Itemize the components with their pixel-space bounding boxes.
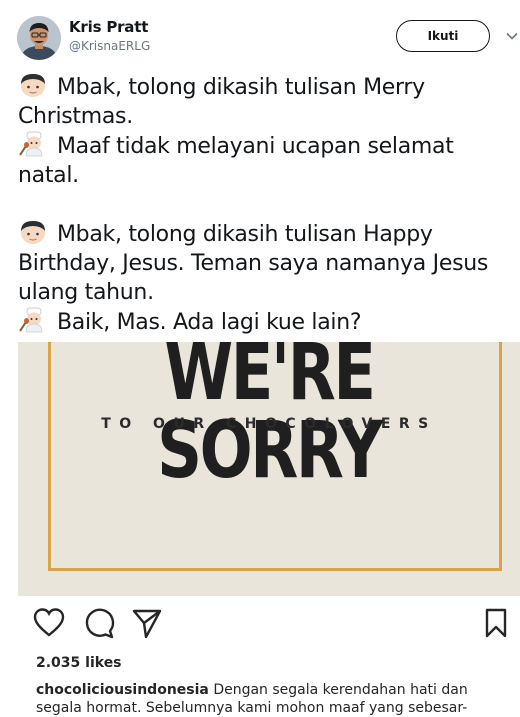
tweet-line-text: ulang tahun. bbox=[18, 280, 154, 305]
tweet-line-text: Mbak, tolong dikasih tulisan Merry bbox=[57, 75, 425, 100]
tweet-line-text: Mbak, tolong dikasih tulisan Happy bbox=[57, 222, 433, 247]
author-name[interactable]: Kris Pratt bbox=[69, 18, 148, 36]
tweet-line-text: Birthday, Jesus. Teman saya namanya Jesu… bbox=[18, 251, 489, 276]
caption-username[interactable]: chocoliciousindonesia bbox=[36, 682, 209, 698]
tweet-header: Kris Pratt @KrisnaERLG Ikuti bbox=[0, 0, 520, 70]
tweet-line: Baik, Mas. Ada lagi kue lain? bbox=[18, 307, 514, 337]
tweet-media-image[interactable]: WE'RE SORRY TO OUR CHOCOLOVERS bbox=[18, 342, 520, 596]
tweet-line-text: natal. bbox=[18, 163, 79, 188]
avatar[interactable] bbox=[17, 16, 61, 60]
tweet-line: Mbak, tolong dikasih tulisan Merry bbox=[18, 72, 514, 102]
caption-text: Dengan segala kerendahan hati dan bbox=[208, 682, 468, 698]
instagram-action-bar bbox=[0, 607, 520, 647]
cook-woman-icon bbox=[19, 131, 43, 157]
tweet-line-text: Christmas. bbox=[18, 104, 133, 129]
tweet-line-text: Maaf tidak melayani ucapan selamat bbox=[57, 134, 454, 159]
cook-woman-icon bbox=[19, 307, 43, 333]
post-caption: chocoliciousindonesia Dengan segala kere… bbox=[36, 681, 516, 717]
follow-button[interactable]: Ikuti bbox=[396, 20, 490, 52]
caption-text-continued: segala hormat. Sebelumnya kami mohon maa… bbox=[36, 700, 468, 716]
tweet-line: Maaf tidak melayani ucapan selamat bbox=[18, 131, 514, 161]
man-face-icon bbox=[21, 74, 45, 97]
bookmark-icon[interactable] bbox=[480, 607, 512, 639]
share-icon[interactable] bbox=[131, 607, 163, 639]
tweet-line: ulang tahun. bbox=[18, 278, 514, 307]
likes-count[interactable]: 2.035 likes bbox=[36, 655, 122, 671]
chevron-down-icon[interactable] bbox=[506, 32, 518, 40]
avatar-photo-icon bbox=[17, 16, 61, 60]
man-face-icon bbox=[21, 221, 45, 244]
heart-icon[interactable] bbox=[33, 607, 65, 639]
tweet-line: Christmas. bbox=[18, 102, 514, 131]
tweet-line: natal. bbox=[18, 161, 514, 190]
tweet-text: Mbak, tolong dikasih tulisan Merry Chris… bbox=[18, 72, 514, 337]
tweet-line: Birthday, Jesus. Teman saya namanya Jesu… bbox=[18, 249, 514, 278]
tweet-line: Mbak, tolong dikasih tulisan Happy bbox=[18, 219, 514, 249]
author-handle[interactable]: @KrisnaERLG bbox=[69, 39, 150, 53]
comment-icon[interactable] bbox=[83, 607, 115, 639]
media-subline: TO OUR CHOCOLOVERS bbox=[101, 416, 437, 432]
tweet-line-text: Baik, Mas. Ada lagi kue lain? bbox=[57, 310, 362, 335]
tweet-line-break bbox=[18, 190, 514, 219]
